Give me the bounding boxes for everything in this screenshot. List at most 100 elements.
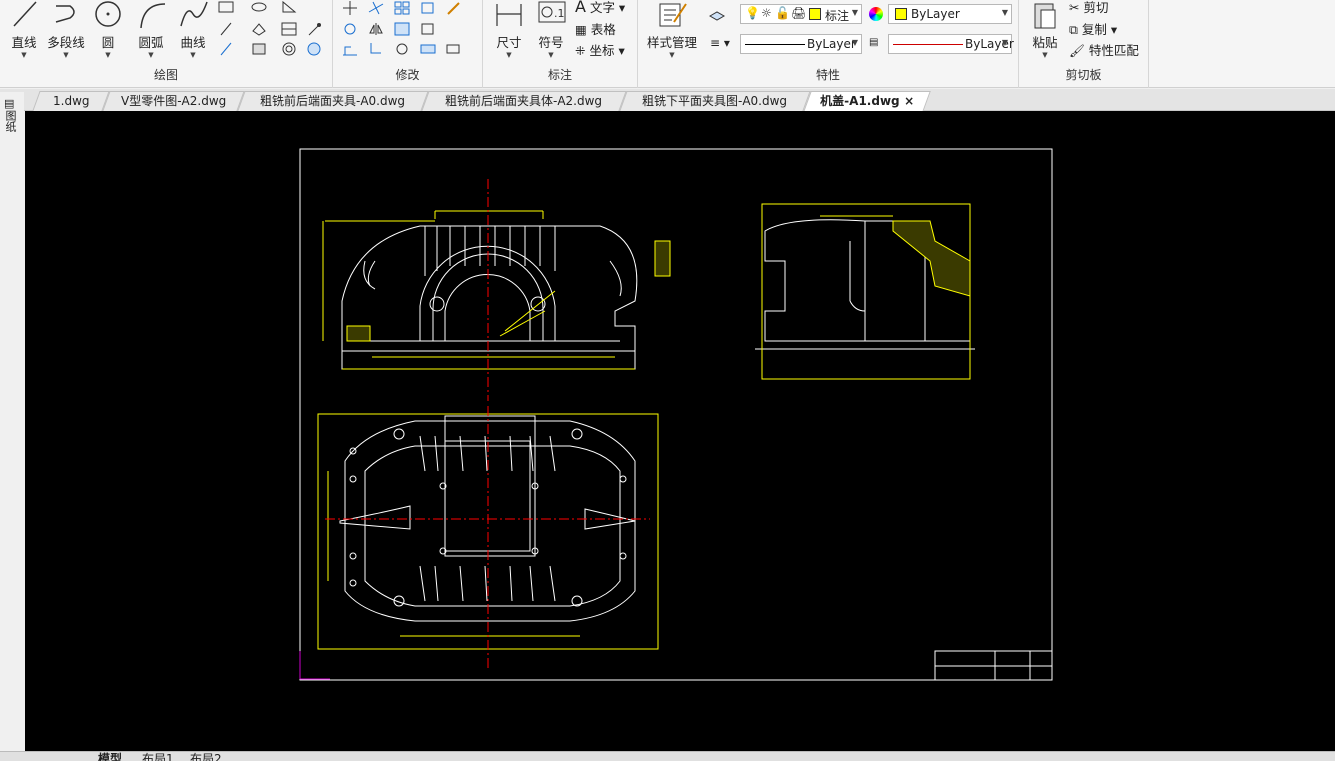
hatch-icon[interactable]	[280, 0, 298, 16]
color-swatch	[895, 8, 907, 20]
tab-layout-1[interactable]: 布局1	[142, 752, 174, 761]
line-button[interactable]: 直线 ▼	[4, 0, 44, 60]
text-icon: A	[575, 0, 586, 16]
polyline-button[interactable]: 多段线 ▼	[46, 0, 86, 60]
chevron-down-icon: ▼	[1042, 51, 1048, 59]
dimension-icon	[496, 4, 522, 26]
polyline-icon	[55, 5, 75, 23]
close-icon[interactable]: ×	[904, 92, 914, 110]
offset-icon[interactable]	[393, 21, 411, 37]
curve-button[interactable]: 曲线 ▼	[173, 0, 213, 60]
text-button[interactable]: A 文字 ▾	[575, 0, 625, 16]
ribbon: 直线 ▼ 多段线 ▼ 圆 ▼ 圆弧 ▼ 曲线 ▼ 绘图 修改 尺寸 ▼ .1 符…	[0, 0, 1335, 88]
text-label: 文字	[589, 0, 615, 15]
arc-button[interactable]: 圆弧 ▼	[131, 0, 171, 60]
rectangle-icon[interactable]	[217, 0, 235, 16]
sheet-icon: ▤	[4, 97, 15, 110]
lineweight-icon[interactable]: ≡ ▾	[710, 36, 730, 50]
pencil-icon[interactable]	[445, 0, 463, 16]
sheet-set-button[interactable]: ▤ 图纸	[4, 97, 20, 133]
tab-layout-2[interactable]: 布局2	[190, 752, 222, 761]
chevron-down-icon: ▼	[851, 8, 858, 17]
properties-panel-title: 特性	[815, 68, 840, 82]
arc-icon	[140, 3, 166, 29]
symbol-button[interactable]: .1 符号 ▼	[531, 0, 571, 60]
modify-panel-title: 修改	[395, 68, 420, 82]
clipboard-panel-title: 剪切板	[1065, 68, 1102, 82]
polyline-label: 多段线	[47, 35, 85, 50]
draw-panel: 直线 ▼ 多段线 ▼ 圆 ▼ 圆弧 ▼ 曲线 ▼ 绘图	[0, 0, 333, 88]
stretch-icon[interactable]	[341, 41, 359, 57]
dimension-button[interactable]: 尺寸 ▼	[489, 0, 529, 60]
copy-obj-icon[interactable]	[419, 0, 437, 16]
ray-icon[interactable]	[217, 41, 235, 57]
drawing-canvas[interactable]	[25, 111, 1335, 751]
sun-icon: ☼	[761, 6, 772, 20]
coordinate-button[interactable]: ⁜ 坐标 ▾	[575, 40, 625, 59]
table-label: 表格	[590, 22, 616, 37]
layer-color-swatch	[809, 8, 821, 20]
join-icon[interactable]	[419, 41, 437, 57]
lineweight-select[interactable]: ByLayer ▼	[888, 34, 1014, 54]
color-value: ByLayer	[911, 7, 960, 21]
block-icon[interactable]	[250, 41, 268, 57]
tab-rough-mill-bottom-fixture-a0[interactable]: 粗铣下平面夹具图-A0.dwg	[619, 91, 811, 111]
tab-rough-mill-fixture-body-a2[interactable]: 粗铣前后端面夹具体-A2.dwg	[421, 91, 627, 111]
line-icon	[13, 1, 37, 27]
break-icon[interactable]	[445, 41, 463, 57]
explode-icon[interactable]	[393, 41, 411, 57]
cut-label: 剪切	[1083, 0, 1109, 15]
move-icon[interactable]	[341, 0, 359, 16]
brush-icon: 🖌	[1069, 43, 1085, 58]
tab-1-dwg[interactable]: 1.dwg	[32, 91, 110, 111]
linetype-select[interactable]: ByLayer ▼	[740, 34, 862, 54]
layer-properties-icon[interactable]	[708, 6, 726, 22]
chevron-down-icon: ▼	[190, 51, 196, 59]
circle-button[interactable]: 圆 ▼	[88, 0, 128, 60]
sheet-label: 图纸	[4, 110, 17, 132]
paste-icon	[1034, 3, 1056, 29]
wipeout-icon[interactable]	[305, 41, 323, 57]
chevron-down-icon: ▼	[851, 38, 858, 47]
paste-button[interactable]: 粘贴 ▼	[1025, 0, 1065, 60]
rotate-icon[interactable]	[341, 21, 359, 37]
array-icon[interactable]	[393, 0, 411, 16]
cut-button[interactable]: ✂ 剪切	[1069, 0, 1108, 16]
color-wheel-icon[interactable]	[869, 7, 883, 21]
style-manager-button[interactable]: 样式管理 ▼	[646, 0, 698, 60]
style-manager-icon	[659, 3, 687, 27]
point-icon[interactable]	[305, 21, 323, 37]
layer-select[interactable]: 💡 ☼ 🔓 🖨 标注 ▼	[740, 4, 862, 24]
ellipse-icon[interactable]	[250, 0, 268, 16]
coordinate-icon: ⁜	[575, 43, 586, 58]
donut-icon[interactable]	[280, 41, 298, 57]
tab-v-part[interactable]: V型零件图-A2.dwg	[102, 91, 245, 111]
linestyle-icon[interactable]: ▤	[869, 37, 878, 48]
linetype-preview	[745, 44, 805, 45]
clipboard-panel: 粘贴 ▼ ✂ 剪切 ⧉ 复制 ▾ 🖌 特性匹配 剪切板	[1019, 0, 1149, 88]
chevron-down-icon: ▼	[148, 51, 154, 59]
printer-icon: 🖨	[791, 6, 807, 20]
document-tab-bar: 1.dwg V型零件图-A2.dwg 粗铣前后端面夹具-A0.dwg 粗铣前后端…	[0, 89, 1335, 112]
region-icon[interactable]	[250, 21, 268, 37]
color-select[interactable]: ByLayer ▼	[888, 4, 1012, 24]
chevron-down-icon: ▼	[506, 51, 512, 59]
scale-icon[interactable]	[419, 21, 437, 37]
trim-icon[interactable]	[367, 0, 385, 16]
modify-panel: 修改	[333, 0, 483, 88]
lock-icon: 🔓	[775, 6, 790, 20]
tab-machine-cover-a1[interactable]: 机盖-A1.dwg ×	[803, 91, 931, 112]
table-icon: ▦	[575, 22, 587, 37]
table-button[interactable]: ▦ 表格	[575, 19, 616, 38]
copy-button[interactable]: ⧉ 复制 ▾	[1069, 19, 1117, 38]
construction-line-icon[interactable]	[217, 21, 235, 37]
dimension-label: 尺寸	[496, 35, 522, 50]
match-properties-button[interactable]: 🖌 特性匹配	[1069, 40, 1139, 59]
tab-model[interactable]: 模型	[98, 752, 122, 761]
tab-rough-mill-fixture-a0[interactable]: 粗铣前后端面夹具-A0.dwg	[237, 91, 429, 111]
fillet-icon[interactable]	[367, 41, 385, 57]
table-draw-icon[interactable]	[280, 21, 298, 37]
front-view-hatch	[322, 210, 671, 370]
mirror-icon[interactable]	[367, 21, 385, 37]
paste-label: 粘贴	[1032, 35, 1058, 50]
